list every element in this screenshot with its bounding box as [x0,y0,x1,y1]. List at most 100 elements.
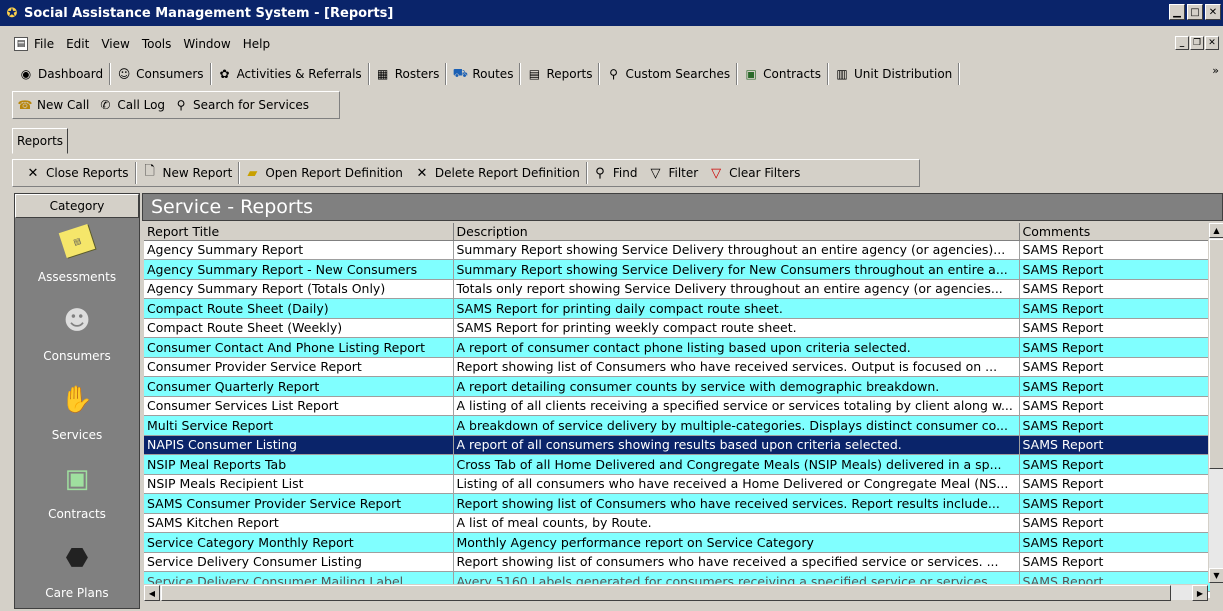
consumers-button[interactable]: ☺ Consumers [110,63,211,85]
table-row[interactable]: Compact Route Sheet (Daily) SAMS Report f… [144,298,1210,319]
activities-referrals-button[interactable]: ✿ Activities & Referrals [211,63,369,85]
toolbar-overflow-icon[interactable]: » [1212,64,1219,77]
category-consumers[interactable]: ☻ Consumers [15,297,139,376]
table-row[interactable]: Compact Route Sheet (Weekly) SAMS Report … [144,318,1210,338]
close-window-button[interactable]: ✕ [1205,4,1221,20]
call-log-button[interactable]: ✆ Call Log [93,97,169,113]
menu-window[interactable]: Window [183,37,230,51]
cell-description: Report showing list of Consumers who hav… [453,357,1020,377]
app-icon: ✪ [6,5,18,21]
cell-description: A report detailing consumer counts by se… [453,376,1020,397]
window-controls: ▁ □ ✕ [1167,4,1221,20]
cell-title: Agency Summary Report - New Consumers [144,259,454,280]
new-call-button[interactable]: ☎ New Call [13,97,93,113]
table-row[interactable]: NAPIS Consumer Listing A report of all co… [144,435,1210,455]
category-services[interactable]: ✋ Services [15,376,139,455]
table-row[interactable]: SAMS Kitchen Report A list of meal counts… [144,513,1210,533]
cell-title: NSIP Meals Recipient List [144,474,454,494]
horizontal-scroll-thumb[interactable] [161,585,1171,601]
cell-description: A listing of all clients receiving a spe… [453,396,1020,416]
scroll-right-button[interactable]: ▶ [1192,585,1208,601]
tab-reports[interactable]: Reports [12,128,69,154]
main-toolbar: ◉ Dashboard ☺ Consumers ✿ Activities & Refe… [12,60,1223,88]
scroll-down-button[interactable]: ▼ [1209,568,1223,583]
cell-comments: SAMS Report [1019,454,1210,475]
table-row[interactable]: Consumer Services List Report A listing o… [144,396,1210,416]
vertical-scrollbar[interactable]: ▲ ▼ [1208,223,1223,583]
mdi-minimize-button[interactable]: _ [1175,36,1189,50]
table-row[interactable]: Service Delivery Consumer Listing Report … [144,552,1210,572]
table-row[interactable]: Multi Service Report A breakdown of servi… [144,415,1210,436]
menu-edit[interactable]: Edit [66,37,89,51]
cell-title: Consumer Provider Service Report [144,357,454,377]
vertical-scroll-thumb[interactable] [1209,239,1223,469]
open-report-definition-button[interactable]: ▰ Open Report Definition [239,162,408,184]
delete-report-definition-button[interactable]: ✕ Delete Report Definition [408,162,587,184]
cell-comments: SAMS Report [1019,396,1210,416]
find-icon: ⚲ [595,165,605,181]
column-header-comments[interactable]: Comments [1019,223,1210,241]
routes-button[interactable]: ⛟ Routes [446,63,521,85]
cell-title: Multi Service Report [144,415,454,436]
category-care-plans[interactable]: ⬣ Care Plans [15,534,139,608]
cell-description: A breakdown of service delivery by multi… [453,415,1020,436]
category-assessments[interactable]: ▤ Assessments [15,218,139,297]
table-row[interactable]: Consumer Quarterly Report A report detail… [144,376,1210,397]
cell-description: A report of all consumers showing result… [453,435,1020,455]
table-row[interactable]: Consumer Contact And Phone Listing Repor… [144,337,1210,358]
dashboard-button[interactable]: ◉ Dashboard [12,63,111,85]
table-row[interactable]: Agency Summary Report - New Consumers Sum… [144,259,1210,280]
window-title: Social Assistance Management System - [R… [24,5,394,21]
close-reports-button[interactable]: ✕ Close Reports [19,162,136,184]
cell-description: SAMS Report for printing weekly compact … [453,318,1020,338]
table-row[interactable]: Agency Summary Report Summary Report show… [144,240,1210,260]
scroll-left-button[interactable]: ◀ [144,585,160,601]
menu-tools[interactable]: Tools [142,37,172,51]
filter-button[interactable]: ▽ Filter [642,162,703,184]
menu-help[interactable]: Help [243,37,270,51]
table-row[interactable]: SAMS Consumer Provider Service Report Rep… [144,493,1210,514]
new-report-button[interactable]: 🗋 New Report [136,162,240,184]
menu-view[interactable]: View [101,37,129,51]
cell-description: Monthly Agency performance report on Ser… [453,532,1020,553]
cell-description: Summary Report showing Service Delivery … [453,259,1020,280]
tab-strip: Reports [12,128,69,154]
cell-title: SAMS Consumer Provider Service Report [144,493,454,514]
table-row[interactable]: Service Category Monthly Report Monthly A… [144,532,1210,553]
document-icon[interactable]: ▤ [14,37,28,51]
minimize-button[interactable]: ▁ [1169,4,1185,20]
table-row[interactable]: Agency Summary Report (Totals Only) Total… [144,279,1210,299]
category-header: Category [15,194,139,218]
column-header-report-title[interactable]: Report Title [144,223,454,241]
new-document-icon: 🗋 [144,164,155,179]
table-row[interactable]: Consumer Provider Service Report Report s… [144,357,1210,377]
table-row[interactable]: NSIP Meals Recipient List Listing of all … [144,474,1210,494]
contracts-button[interactable]: ▣ Contracts [737,63,829,85]
mdi-close-button[interactable]: ✕ [1205,36,1219,50]
category-contracts[interactable]: ▣ Contracts [15,455,139,534]
rosters-icon: ▦ [377,67,389,81]
rosters-button[interactable]: ▦ Rosters [369,63,447,85]
mdi-restore-button[interactable]: ❐ [1190,36,1204,50]
cell-description: A list of meal counts, by Route. [453,513,1020,533]
contracts-icon: ▣ [745,67,757,81]
activities-icon: ✿ [219,67,230,81]
cell-title: NAPIS Consumer Listing [144,435,454,455]
search-for-services-button[interactable]: ⚲ Search for Services [169,97,313,113]
horizontal-scrollbar[interactable]: ◀ ▶ [144,584,1208,601]
cell-comments: SAMS Report [1019,240,1210,260]
table-row[interactable]: NSIP Meal Reports Tab Cross Tab of all Ho… [144,454,1210,475]
maximize-button[interactable]: □ [1187,4,1203,20]
cell-description: Report showing list of Consumers who hav… [453,493,1020,514]
clear-filters-button[interactable]: ▽ Clear Filters [703,162,805,184]
reports-button[interactable]: ▤ Reports [520,63,600,85]
column-header-description[interactable]: Description [453,223,1020,241]
custom-searches-button[interactable]: ⚲ Custom Searches [599,63,738,85]
cell-title: Consumer Quarterly Report [144,376,454,397]
find-button[interactable]: ⚲ Find [587,162,643,184]
cell-comments: SAMS Report [1019,298,1210,319]
menu-file[interactable]: File [34,37,54,51]
table-body: Agency Summary Report Summary Report show… [144,240,1210,592]
unit-distribution-button[interactable]: ▥ Unit Distribution [828,63,960,85]
scroll-up-button[interactable]: ▲ [1209,223,1223,238]
